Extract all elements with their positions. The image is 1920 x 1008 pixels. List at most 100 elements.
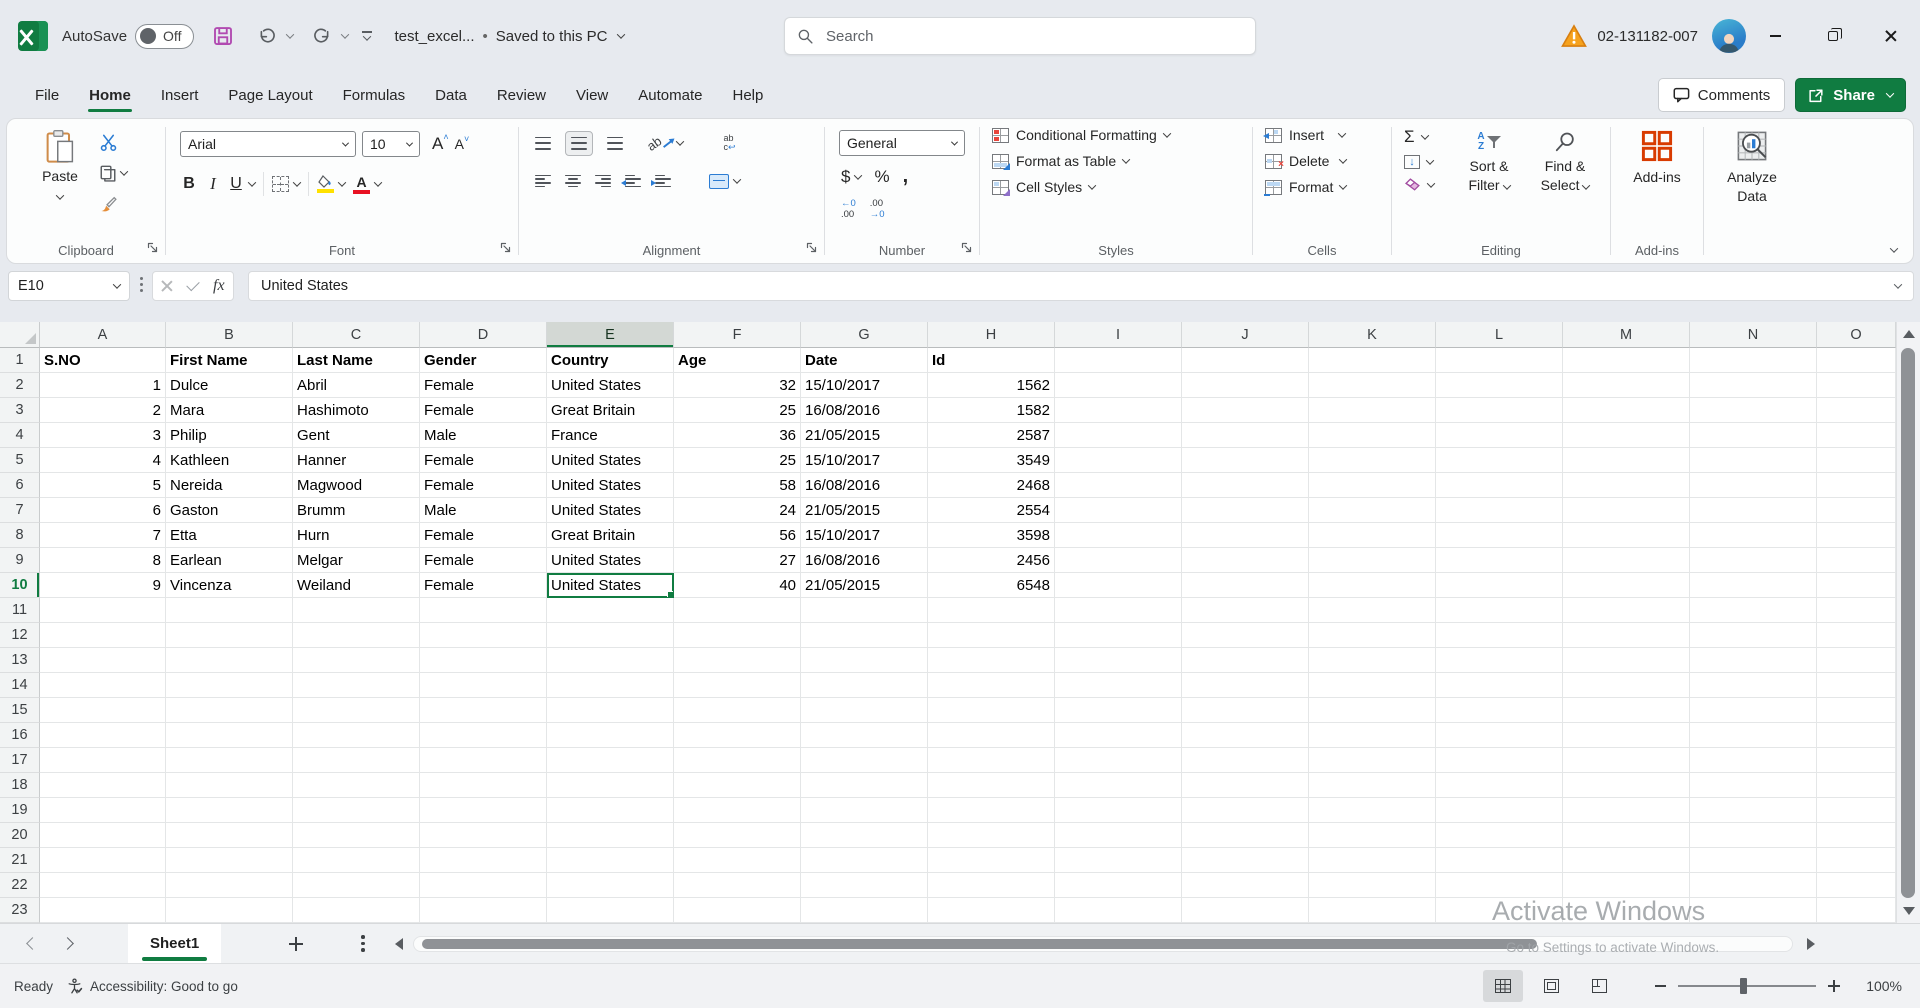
cell-N4[interactable] <box>1690 423 1817 448</box>
zoom-level[interactable]: 100% <box>1856 978 1902 994</box>
cell-A15[interactable] <box>40 698 166 723</box>
zoom-slider[interactable] <box>1678 985 1816 987</box>
fill-button[interactable]: ↓ <box>1404 155 1434 169</box>
cell-A16[interactable] <box>40 723 166 748</box>
cell-M10[interactable] <box>1563 573 1690 598</box>
row-header-20[interactable]: 20 <box>0 823 40 848</box>
cell-I7[interactable] <box>1055 498 1182 523</box>
cell-A1[interactable]: S.NO <box>40 348 166 373</box>
user-avatar[interactable] <box>1712 19 1746 53</box>
cell-B4[interactable]: Philip <box>166 423 293 448</box>
search-input[interactable]: Search <box>784 17 1256 55</box>
cell-O23[interactable] <box>1817 898 1896 923</box>
cell-L3[interactable] <box>1436 398 1563 423</box>
cell-G19[interactable] <box>801 798 928 823</box>
cell-B11[interactable] <box>166 598 293 623</box>
cell-C12[interactable] <box>293 623 420 648</box>
cell-H14[interactable] <box>928 673 1055 698</box>
cell-O17[interactable] <box>1817 748 1896 773</box>
cell-L1[interactable] <box>1436 348 1563 373</box>
cell-I11[interactable] <box>1055 598 1182 623</box>
cell-B3[interactable]: Mara <box>166 398 293 423</box>
cell-L5[interactable] <box>1436 448 1563 473</box>
cell-B14[interactable] <box>166 673 293 698</box>
cell-H12[interactable] <box>928 623 1055 648</box>
new-sheet-button[interactable] <box>289 937 303 951</box>
scroll-left-icon[interactable] <box>395 938 403 950</box>
cell-H15[interactable] <box>928 698 1055 723</box>
cell-K23[interactable] <box>1309 898 1436 923</box>
cell-O18[interactable] <box>1817 773 1896 798</box>
cell-N23[interactable] <box>1690 898 1817 923</box>
cell-F6[interactable]: 58 <box>674 473 801 498</box>
cell-G22[interactable] <box>801 873 928 898</box>
cell-C11[interactable] <box>293 598 420 623</box>
cell-K8[interactable] <box>1309 523 1436 548</box>
cell-J8[interactable] <box>1182 523 1309 548</box>
column-header-D[interactable]: D <box>420 322 547 348</box>
tab-insert[interactable]: Insert <box>148 78 212 113</box>
borders-button[interactable] <box>272 176 300 192</box>
cell-C22[interactable] <box>293 873 420 898</box>
accounting-format-button[interactable]: $ <box>841 167 861 187</box>
cell-N5[interactable] <box>1690 448 1817 473</box>
cell-J3[interactable] <box>1182 398 1309 423</box>
cell-K13[interactable] <box>1309 648 1436 673</box>
undo-button[interactable] <box>252 21 282 51</box>
cell-C13[interactable] <box>293 648 420 673</box>
cell-H16[interactable] <box>928 723 1055 748</box>
cell-O10[interactable] <box>1817 573 1896 598</box>
row-header-7[interactable]: 7 <box>0 498 40 523</box>
italic-button[interactable]: I <box>206 174 220 194</box>
cell-D14[interactable] <box>420 673 547 698</box>
cell-N14[interactable] <box>1690 673 1817 698</box>
cell-J1[interactable] <box>1182 348 1309 373</box>
cut-button[interactable] <box>99 131 127 153</box>
cell-I17[interactable] <box>1055 748 1182 773</box>
cell-K10[interactable] <box>1309 573 1436 598</box>
cell-D18[interactable] <box>420 773 547 798</box>
redo-button[interactable] <box>307 21 337 51</box>
cell-F15[interactable] <box>674 698 801 723</box>
row-header-11[interactable]: 11 <box>0 598 40 623</box>
cell-D4[interactable]: Male <box>420 423 547 448</box>
fill-color-button[interactable] <box>317 175 345 193</box>
sort-filter-button[interactable]: AZ Sort & Filter <box>1456 127 1522 195</box>
minimize-button[interactable] <box>1746 0 1804 72</box>
customize-toolbar-icon[interactable] <box>362 31 372 41</box>
cell-E3[interactable]: Great Britain <box>547 398 674 423</box>
cell-C16[interactable] <box>293 723 420 748</box>
cell-N6[interactable] <box>1690 473 1817 498</box>
cell-J13[interactable] <box>1182 648 1309 673</box>
cell-G5[interactable]: 15/10/2017 <box>801 448 928 473</box>
cell-N21[interactable] <box>1690 848 1817 873</box>
cell-A21[interactable] <box>40 848 166 873</box>
cell-J15[interactable] <box>1182 698 1309 723</box>
cell-K2[interactable] <box>1309 373 1436 398</box>
zoom-in-button[interactable] <box>1828 980 1840 992</box>
cell-D17[interactable] <box>420 748 547 773</box>
cell-J12[interactable] <box>1182 623 1309 648</box>
cell-I23[interactable] <box>1055 898 1182 923</box>
cell-I18[interactable] <box>1055 773 1182 798</box>
cell-A20[interactable] <box>40 823 166 848</box>
column-header-J[interactable]: J <box>1182 322 1309 348</box>
horizontal-scrollbar[interactable] <box>413 936 1793 952</box>
scroll-right-icon[interactable] <box>1807 938 1815 950</box>
cell-D9[interactable]: Female <box>420 548 547 573</box>
cell-H5[interactable]: 3549 <box>928 448 1055 473</box>
cell-N13[interactable] <box>1690 648 1817 673</box>
cell-B5[interactable]: Kathleen <box>166 448 293 473</box>
cell-styles-button[interactable]: Cell Styles <box>992 179 1170 195</box>
cell-N2[interactable] <box>1690 373 1817 398</box>
cell-D16[interactable] <box>420 723 547 748</box>
cell-M18[interactable] <box>1563 773 1690 798</box>
cell-O16[interactable] <box>1817 723 1896 748</box>
cell-G6[interactable]: 16/08/2016 <box>801 473 928 498</box>
column-header-E[interactable]: E <box>547 322 674 348</box>
cell-A3[interactable]: 2 <box>40 398 166 423</box>
cell-M9[interactable] <box>1563 548 1690 573</box>
previous-sheet-icon[interactable] <box>26 937 39 950</box>
fill-handle[interactable] <box>667 591 674 598</box>
cell-I5[interactable] <box>1055 448 1182 473</box>
